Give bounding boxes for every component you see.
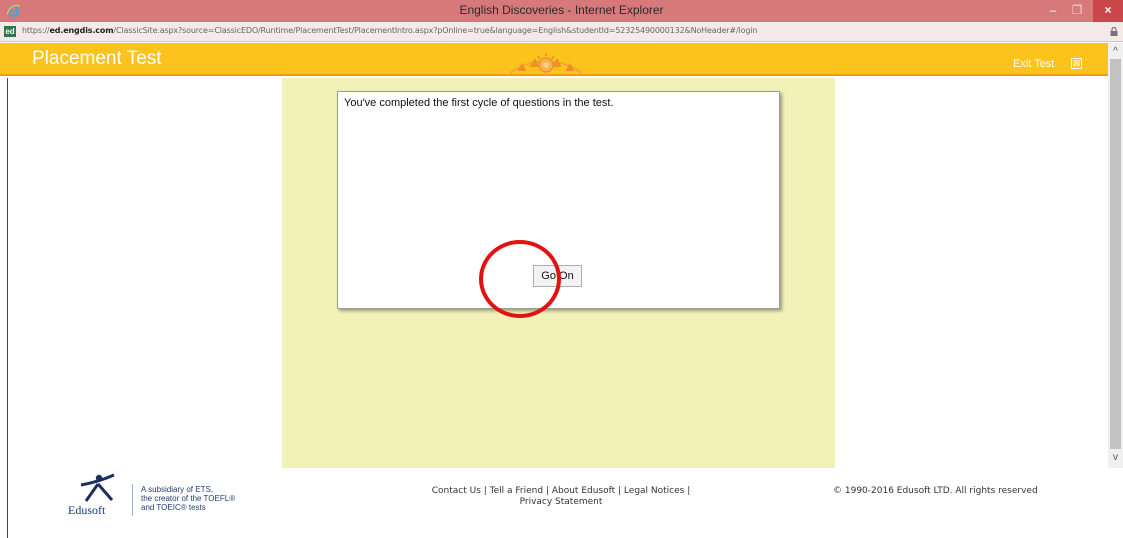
legal-notices-link[interactable]: Legal Notices [624, 486, 684, 496]
link-separator: | [615, 486, 624, 496]
footer-divider [132, 484, 133, 516]
left-border [7, 78, 8, 538]
link-separator: | [684, 486, 691, 496]
exit-test-link[interactable]: Exit Test [1013, 58, 1054, 70]
edusoft-logo: Edusoft [68, 473, 126, 519]
contact-us-link[interactable]: Contact Us [432, 486, 481, 496]
about-edusoft-link[interactable]: About Edusoft [552, 486, 615, 496]
url-host: ed.engdis.com [49, 26, 114, 35]
lock-icon [1110, 27, 1118, 36]
footer-links: Contact Us | Tell a Friend | About Eduso… [386, 486, 736, 508]
window-titlebar: English Discoveries - Internet Explorer … [0, 0, 1123, 22]
url-path: /ClassicSite.aspx?source=ClassicEDO/Runt… [113, 26, 758, 35]
sun-logo-icon [509, 53, 583, 74]
dialog-message: You've completed the first cycle of ques… [344, 97, 614, 109]
link-separator: | [480, 486, 490, 496]
tell-a-friend-link[interactable]: Tell a Friend [490, 486, 543, 496]
maximize-button[interactable]: ❐ [1066, 0, 1088, 22]
edusoft-figure-icon [80, 473, 115, 502]
ets-line-3: and TOEIC® tests [141, 503, 206, 512]
go-on-button[interactable]: Go On [533, 265, 582, 287]
exit-close-icon[interactable]: ⊠ [1071, 58, 1082, 69]
address-bar[interactable]: ed https://ed.engdis.com/ClassicSite.asp… [0, 22, 1123, 42]
privacy-statement-link[interactable]: Privacy Statement [520, 497, 603, 507]
close-button[interactable]: × [1093, 0, 1123, 22]
url-prefix: https:// [22, 26, 50, 35]
url-text[interactable]: https://ed.engdis.com/ClassicSite.aspx?s… [22, 26, 757, 35]
ets-line-2: the creator of the TOEFL® [141, 494, 236, 503]
scrollbar-thumb[interactable] [1110, 59, 1121, 449]
scroll-up-arrow-icon[interactable]: ^ [1108, 43, 1123, 59]
window-title: English Discoveries - Internet Explorer [459, 3, 664, 17]
scroll-down-arrow-icon[interactable]: v [1108, 448, 1123, 468]
vertical-scrollbar[interactable]: ^ v [1108, 43, 1123, 468]
site-favicon-icon: ed [4, 26, 16, 37]
page-title: Placement Test [32, 48, 162, 69]
minimize-button[interactable]: – [1040, 0, 1066, 22]
edusoft-logo-text: Edusoft [68, 503, 106, 517]
ets-line-1: A subsidiary of ETS, [141, 485, 214, 494]
message-dialog: You've completed the first cycle of ques… [337, 91, 780, 309]
copyright-text: © 1990-2016 Edusoft LTD. All rights rese… [833, 486, 1038, 496]
link-separator: | [543, 486, 552, 496]
ets-tagline: A subsidiary of ETS, the creator of the … [141, 485, 235, 512]
app-header: Placement Test Exit Test ⊠ [0, 43, 1108, 76]
